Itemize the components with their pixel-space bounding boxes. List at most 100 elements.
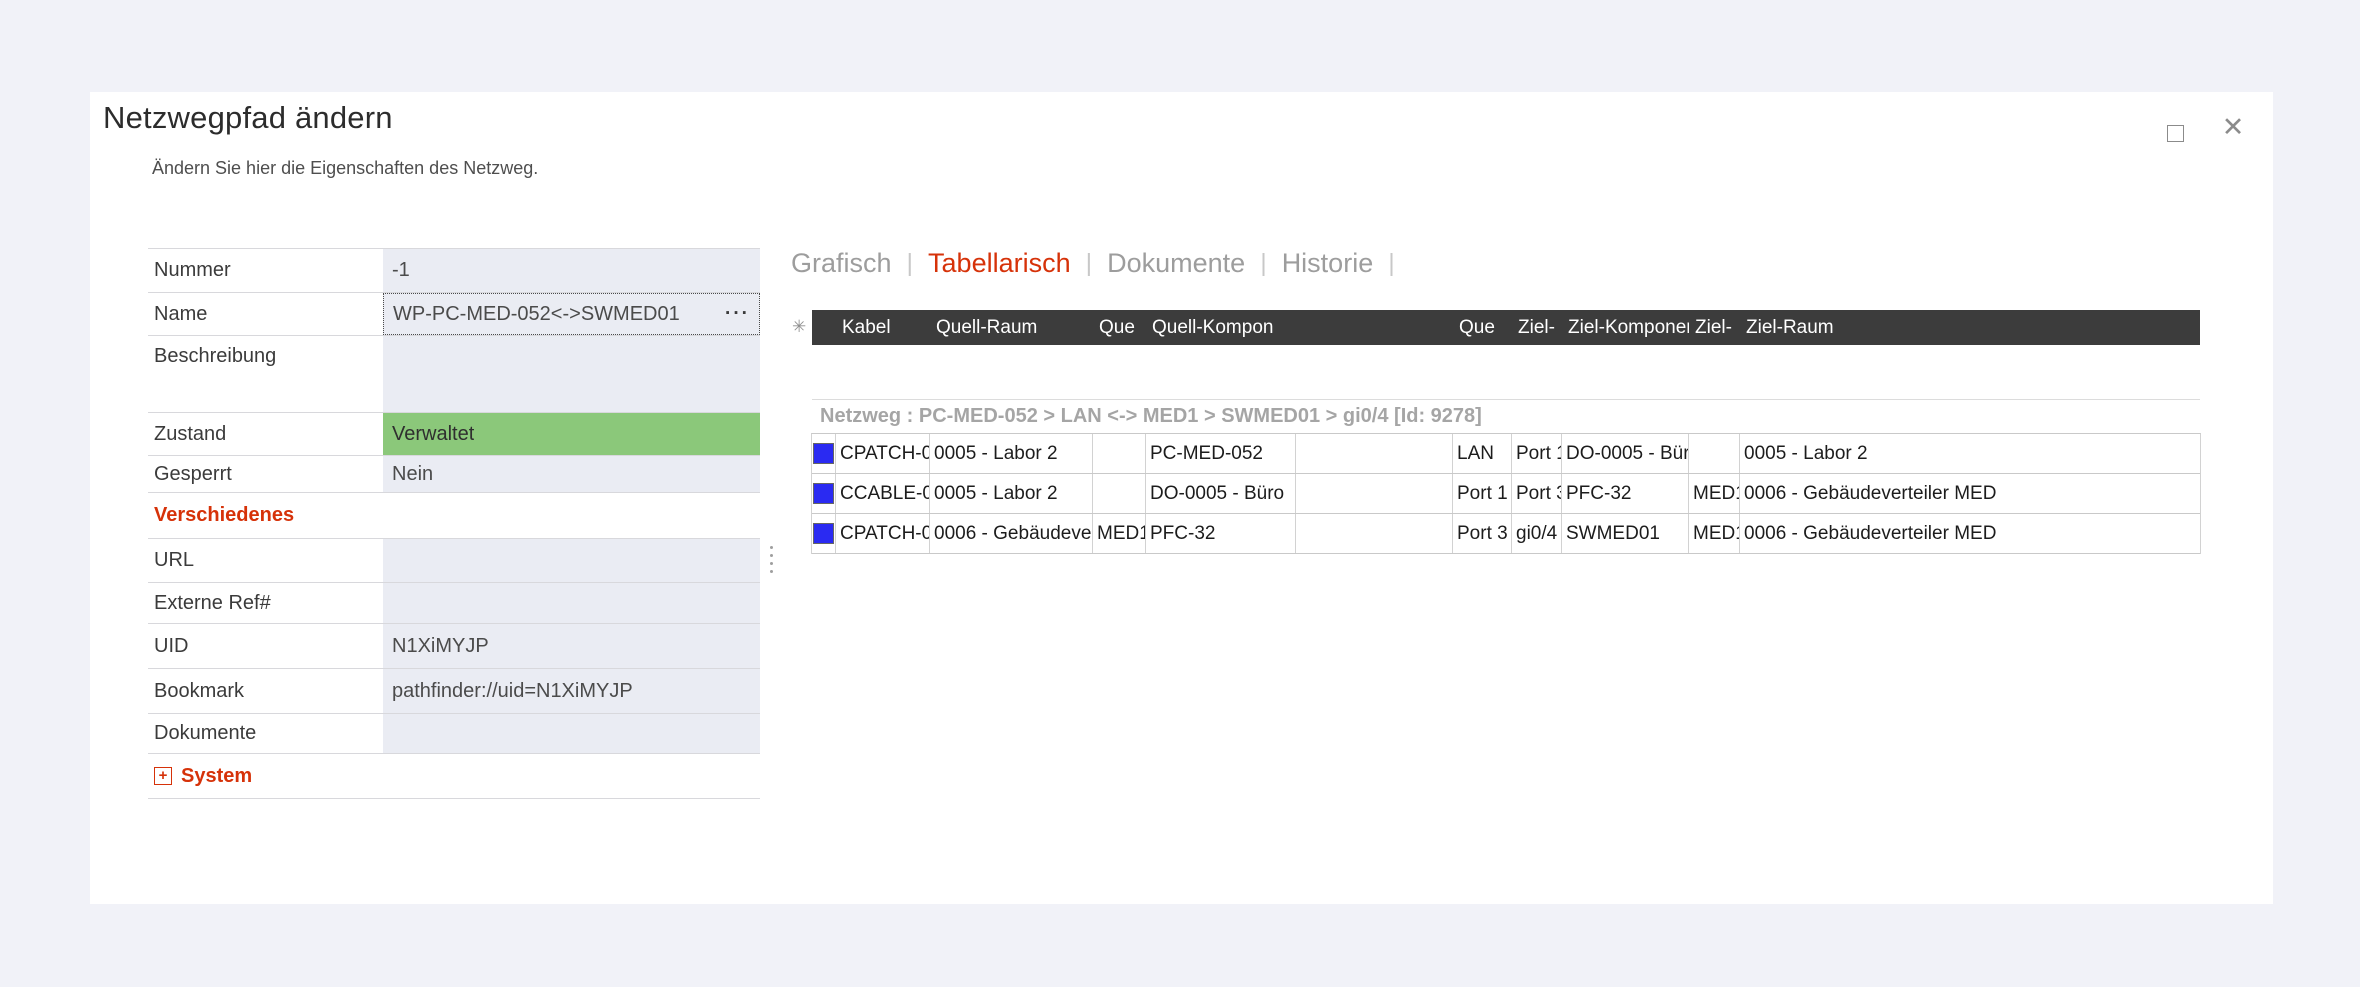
form-field-label: URL — [148, 539, 383, 582]
table-cell[interactable]: CPATCH-02 — [836, 434, 930, 473]
form-row: Verschiedenes — [148, 493, 760, 539]
form-row: Gesperrt Nein — [148, 456, 760, 493]
table-cell[interactable] — [1093, 434, 1146, 473]
grid-header-cell[interactable]: Que — [1453, 310, 1512, 345]
table-cell[interactable]: Port 3 — [1512, 474, 1562, 513]
table-cell[interactable]: CPATCH-01 — [836, 514, 930, 553]
form-row: UIDN1XiMYJP — [148, 624, 760, 669]
grid-header-cell[interactable]: Quell-Kompon — [1146, 310, 1296, 345]
table-cell[interactable] — [1093, 474, 1146, 513]
table-cell[interactable] — [1296, 514, 1453, 553]
table-cell[interactable]: gi0/4 — [1512, 514, 1562, 553]
tab-historie[interactable]: Historie — [1282, 248, 1374, 279]
tab-tabellarisch[interactable]: Tabellarisch — [928, 248, 1071, 279]
table-cell[interactable]: 0005 - Labor 2 — [930, 474, 1093, 513]
table-cell[interactable]: 0006 - Gebäudeverteiler MED — [1740, 474, 2200, 513]
form-field-value[interactable]: pathfinder://uid=N1XiMYJP — [383, 669, 760, 713]
form-field-value[interactable] — [383, 583, 760, 623]
form-field-value[interactable]: WP-PC-MED-052<->SWMED01 ··· — [383, 293, 760, 335]
grid-header-cell[interactable]: Ziel- — [1689, 310, 1740, 345]
form-field-value[interactable] — [383, 336, 760, 412]
table-cell[interactable]: DO-0005 - Büro — [1562, 434, 1689, 473]
table-cell[interactable]: CCABLE-013 — [836, 474, 930, 513]
table-cell[interactable]: PFC-32 — [1562, 474, 1689, 513]
table-cell[interactable]: 0006 - Gebäudeverteiler MED — [930, 514, 1093, 553]
grid-header-cell[interactable]: Ziel-Raum — [1740, 310, 2200, 345]
grid-header-row: KabelQuell-RaumQueQuell-KomponQueZiel-Zi… — [812, 310, 2200, 345]
tab-grafisch[interactable]: Grafisch — [791, 248, 892, 279]
maximize-button[interactable] — [2163, 121, 2189, 147]
expand-plus-icon[interactable]: + — [154, 767, 172, 785]
form-row: Beschreibung — [148, 336, 760, 413]
form-field-label: Zustand — [148, 413, 383, 455]
table-cell[interactable]: SWMED01 — [1562, 514, 1689, 553]
table-cell[interactable]: LAN — [1453, 434, 1512, 473]
form-field-label: Bookmark — [148, 669, 383, 713]
grid-header-cell[interactable] — [1296, 310, 1453, 345]
grid-header-cell[interactable] — [812, 310, 836, 345]
grid-header-cell[interactable]: Que — [1093, 310, 1146, 345]
form-field-label: Gesperrt — [148, 456, 383, 492]
form-rows: Nummer-1NameWP-PC-MED-052<->SWMED01···Be… — [148, 248, 760, 799]
table-cell[interactable]: Port 3 — [1453, 514, 1512, 553]
tab-bar: Grafisch | Tabellarisch | Dokumente | Hi… — [791, 243, 1395, 283]
table-cell[interactable] — [1296, 434, 1453, 473]
tab-separator: | — [1388, 249, 1395, 278]
table-cell[interactable]: PFC-32 — [1146, 514, 1296, 553]
cable-status-icon — [813, 443, 834, 464]
table-row[interactable]: CCABLE-0130005 - Labor 2 DO-0005 - Büro Po… — [812, 474, 2200, 514]
tab-separator: | — [907, 249, 914, 278]
tab-dokumente[interactable]: Dokumente — [1107, 248, 1245, 279]
maximize-icon — [2167, 125, 2184, 142]
form-field-value[interactable]: Nein — [383, 456, 760, 492]
table-cell[interactable] — [1296, 474, 1453, 513]
table-cell[interactable]: PC-MED-052 — [1146, 434, 1296, 473]
form-field-text: WP-PC-MED-052<->SWMED01 — [393, 303, 680, 326]
table-cell[interactable]: 0005 - Labor 2 — [930, 434, 1093, 473]
form-row: Bookmark pathfinder://uid=N1XiMYJP — [148, 669, 760, 714]
table-cell[interactable]: Port 1 — [1512, 434, 1562, 473]
form-field-value[interactable] — [383, 539, 760, 582]
grid-header-cell[interactable]: Kabel — [836, 310, 930, 345]
table-cell[interactable] — [812, 474, 836, 513]
table-cell[interactable] — [812, 434, 836, 473]
form-field-value[interactable] — [383, 714, 760, 753]
grid-header-cell[interactable]: Ziel-Komponer — [1562, 310, 1689, 345]
form-row: Dokumente — [148, 714, 760, 754]
form-row: Nummer-1 — [148, 249, 760, 293]
form-row: NameWP-PC-MED-052<->SWMED01··· — [148, 293, 760, 336]
form-row: + System — [148, 754, 760, 799]
table-cell[interactable]: MED1 — [1689, 514, 1740, 553]
table-cell[interactable] — [1689, 434, 1740, 473]
name-ellipsis-button[interactable]: ··· — [717, 303, 750, 325]
form-row: URL — [148, 539, 760, 583]
form-row: Externe Ref# — [148, 583, 760, 624]
table-row[interactable]: CPATCH-010006 - Gebäudeverteiler MEDMED1… — [812, 514, 2200, 554]
system-expander[interactable]: + System — [148, 754, 252, 798]
table-cell[interactable]: MED1 — [1093, 514, 1146, 553]
table-cell[interactable]: Port 1 — [1453, 474, 1512, 513]
close-button[interactable]: ✕ — [2216, 110, 2250, 144]
panel-splitter-handle[interactable] — [769, 546, 774, 580]
form-field-value[interactable]: N1XiMYJP — [383, 624, 760, 668]
table-cell[interactable]: 0005 - Labor 2 — [1740, 434, 2200, 473]
grid-header-cell[interactable]: Quell-Raum — [930, 310, 1093, 345]
form-field-text: Nein — [392, 463, 433, 486]
table-cell[interactable] — [812, 514, 836, 553]
tab-separator: | — [1260, 249, 1267, 278]
form-field-value[interactable]: -1 — [383, 249, 760, 292]
form-section-label: System — [181, 765, 252, 788]
table-cell[interactable]: 0006 - Gebäudeverteiler MED — [1740, 514, 2200, 553]
table-cell[interactable]: DO-0005 - Büro — [1146, 474, 1296, 513]
tab-separator: | — [1086, 249, 1093, 278]
form-section-label: Verschiedenes — [148, 493, 294, 538]
form-field-value[interactable]: Verwaltet — [383, 413, 760, 455]
form-field-text: Verwaltet — [392, 423, 474, 446]
grid-body: CPATCH-020005 - Labor 2PC-MED-052LANPort… — [811, 433, 2201, 554]
table-row[interactable]: CPATCH-020005 - Labor 2PC-MED-052LANPort… — [812, 434, 2200, 474]
grid-group-row: Netzweg : PC-MED-052 > LAN <-> MED1 > SW… — [812, 399, 2200, 433]
grid-settings-icon[interactable]: ✳ — [792, 317, 806, 337]
form-field-text: pathfinder://uid=N1XiMYJP — [392, 680, 633, 703]
grid-header-cell[interactable]: Ziel- — [1512, 310, 1562, 345]
table-cell[interactable]: MED1 — [1689, 474, 1740, 513]
